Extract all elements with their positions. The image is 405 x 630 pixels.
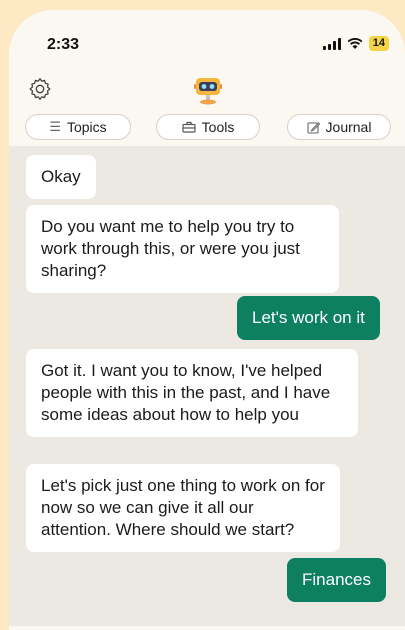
robot-logo-icon <box>194 78 222 105</box>
tab-label: Tools <box>201 119 235 135</box>
status-time: 2:33 <box>47 36 80 53</box>
tab-tools[interactable]: Tools <box>156 114 260 140</box>
signal-icon <box>322 37 341 50</box>
app-header <box>9 70 405 120</box>
user-message: Finances <box>287 558 386 602</box>
list-icon: ☰ <box>49 119 61 134</box>
tab-bar: ☰ Topics Tools Journal <box>9 114 405 142</box>
user-message: Let's work on it <box>237 296 380 340</box>
tab-topics[interactable]: ☰ Topics <box>25 114 131 140</box>
bot-message: Got it. I want you to know, I've helped … <box>26 349 358 437</box>
toolbox-icon <box>182 121 196 133</box>
bot-message: Okay <box>26 155 96 199</box>
status-icons: 14 <box>322 36 389 51</box>
status-bar: 2:33 14 <box>9 10 405 70</box>
journal-icon <box>306 121 320 134</box>
wifi-icon <box>347 37 363 49</box>
gear-icon[interactable] <box>27 76 53 102</box>
tab-journal[interactable]: Journal <box>287 114 391 140</box>
battery-indicator: 14 <box>368 36 389 51</box>
tab-label: Journal <box>325 119 372 135</box>
bot-message: Do you want me to help you try to work t… <box>26 205 339 293</box>
tab-label: Topics <box>66 119 107 135</box>
chat-area[interactable]: Okay Do you want me to help you try to w… <box>9 146 405 626</box>
phone-screen: 2:33 14 ☰ Topics Tools Journal Okay Do y… <box>9 10 405 630</box>
bot-message: Let's pick just one thing to work on for… <box>26 464 340 552</box>
